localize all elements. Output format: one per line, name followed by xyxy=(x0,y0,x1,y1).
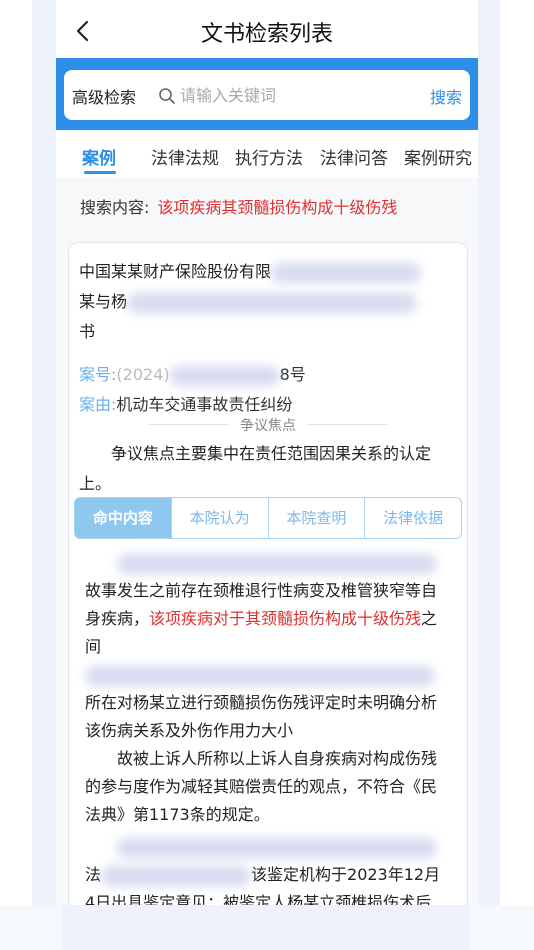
case-cause-value: 机动车交通事故责任纠纷 xyxy=(116,395,293,414)
focus-heading: 争议焦点 xyxy=(69,415,467,435)
hit-paragraph-1: 故事发生之前存在颈椎退行性病变及椎管狭窄等自身疾病，该项疾病对于其颈髓损伤构成十… xyxy=(85,581,438,656)
right-margin xyxy=(500,0,534,905)
focus-text: 争议焦点主要集中在责任范围因果关系的认定上。 xyxy=(79,444,432,493)
redacted-text xyxy=(271,262,422,283)
tab-court-opinion[interactable]: 本院认为 xyxy=(172,498,269,538)
case-number-tail: 8号 xyxy=(279,365,306,384)
page-title: 文书检索列表 xyxy=(200,22,333,47)
result-card[interactable]: 中国某某财产保险股份有限 某与杨 书 案号:(2024) 8号 案由:机动车交通事… xyxy=(68,242,468,905)
content-tabs: 命中内容 本院认为 本院查明 法律依据 xyxy=(74,497,462,539)
tab-case-study[interactable]: 案例研究 xyxy=(404,144,472,169)
bottom-strip xyxy=(62,905,470,950)
case-cause: 案由:机动车交通事故责任纠纷 xyxy=(79,391,292,415)
left-band xyxy=(32,0,56,905)
left-margin xyxy=(0,0,32,905)
tab-qa[interactable]: 法律问答 xyxy=(320,144,388,169)
query-label: 搜索内容: xyxy=(80,198,150,217)
case-number: 案号:(2024) 8号 xyxy=(79,361,306,386)
search-box: 高级检索 搜索 xyxy=(64,70,470,120)
tab-hit-content[interactable]: 命中内容 xyxy=(75,498,172,538)
hit-paragraph-3: 法该鉴定机构于2023年12月4日出具鉴定意见：被鉴定人杨某立颈椎损伤术后构成十… xyxy=(85,865,441,905)
redacted-text xyxy=(169,365,280,386)
hit-content: 故事发生之前存在颈椎退行性病变及椎管狭窄等自身疾病，该项疾病对于其颈髓损伤构成十… xyxy=(85,549,445,905)
query-keyword: 该项疾病其颈髓损伤构成十级伤残 xyxy=(157,198,398,217)
redacted-line xyxy=(85,549,445,577)
case-title-part3: 书 xyxy=(79,322,96,341)
redacted-text xyxy=(127,292,418,313)
search-icon xyxy=(159,88,175,104)
tab-enforcement[interactable]: 执行方法 xyxy=(235,144,303,169)
right-band xyxy=(478,0,500,905)
hit-paragraph-2: 故被上诉人所称以上诉人自身疾病对构成伤残的参与度作为减轻其赔偿责任的观点，不符合… xyxy=(85,749,438,824)
tab-cases[interactable]: 案例 xyxy=(82,144,116,169)
search-bar: 高级检索 搜索 xyxy=(56,58,478,130)
redacted-line xyxy=(85,661,445,689)
case-number-value: (2024) xyxy=(116,365,170,384)
top-bar: 文书检索列表 xyxy=(56,0,478,62)
case-number-label: 案号: xyxy=(79,365,117,384)
highlighted-keyword: 该项疾病对于其颈髓损伤构成十级伤残 xyxy=(149,609,422,628)
search-input[interactable] xyxy=(180,81,420,109)
tab-court-findings[interactable]: 本院查明 xyxy=(269,498,366,538)
tab-laws[interactable]: 法律法规 xyxy=(151,144,219,169)
hit-paragraph-1b: 所在对杨某立进行颈髓损伤伤残评定时未明确分析该伤病关系及外伤作用力大小 xyxy=(85,693,438,740)
app-page: 文书检索列表 高级检索 搜索 案例 法律法规 执行方法 法律问答 案例研究 搜索… xyxy=(56,0,478,905)
case-title[interactable]: 中国某某财产保险股份有限 某与杨 书 xyxy=(79,257,449,347)
tab-legal-basis[interactable]: 法律依据 xyxy=(365,498,461,538)
category-tabs: 案例 法律法规 执行方法 法律问答 案例研究 xyxy=(56,130,478,178)
advanced-search-button[interactable]: 高级检索 xyxy=(72,84,136,108)
active-tab-indicator xyxy=(84,171,116,174)
search-query-line: 搜索内容: 该项疾病其颈髓损伤构成十级伤残 xyxy=(80,194,397,218)
case-title-part1: 中国某某财产保险股份有限 xyxy=(79,262,272,281)
redacted-line xyxy=(85,833,445,861)
case-cause-label: 案由: xyxy=(79,395,117,414)
case-title-part2: 某与杨 xyxy=(79,292,128,311)
search-button[interactable]: 搜索 xyxy=(430,84,462,108)
